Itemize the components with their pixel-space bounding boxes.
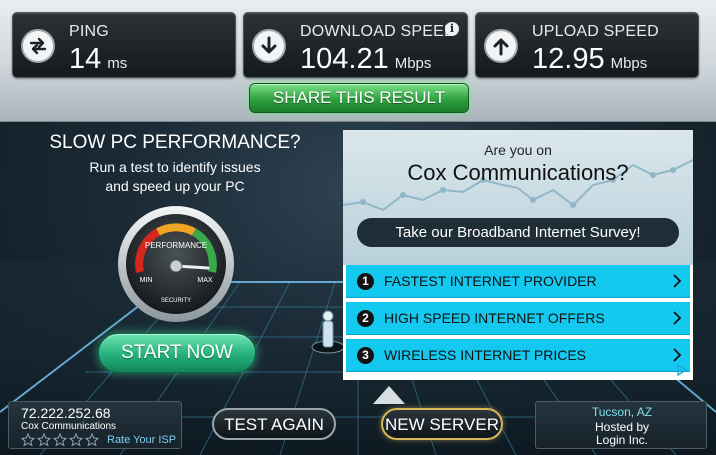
- ip-address: 72.222.252.68: [21, 405, 111, 421]
- gauge-min-text: MIN: [140, 277, 153, 284]
- hosted-by-label: Hosted by: [594, 420, 650, 434]
- test-again-button[interactable]: TEST AGAIN: [212, 408, 336, 440]
- promo-subtitle: Run a test to identify issues and speed …: [0, 158, 350, 196]
- upload-stat: UPLOAD SPEED 12.95 Mbps: [475, 12, 699, 78]
- host-name: Login Inc.: [595, 433, 649, 447]
- ad-item-wireless-prices[interactable]: 3 WIRELESS INTERNET PRICES: [346, 339, 690, 372]
- ad-question-line2: Cox Communications?: [407, 160, 629, 185]
- download-stat: DOWNLOAD SPEED i 104.21 Mbps: [243, 12, 468, 78]
- gauge-max-text: MAX: [197, 277, 213, 284]
- rating-stars[interactable]: [21, 433, 105, 447]
- gauge-security-text: SECURITY: [161, 298, 191, 304]
- promo-subtitle-line1: Run a test to identify issues: [89, 159, 261, 175]
- results-panel: PING 14 ms DOWNLOAD SPEED i 104.21 Mbps UP…: [0, 0, 716, 122]
- server-location: Tucson, AZ: [591, 405, 653, 419]
- gauge-performance-text: PERFORMANCE: [145, 241, 207, 250]
- ad-panel: Are you on Cox Communications? Take our …: [343, 130, 693, 380]
- chevron-right-icon: [673, 348, 682, 362]
- chevron-right-icon: [673, 274, 682, 288]
- isp-name: Cox Communications: [21, 421, 117, 432]
- download-unit: Mbps: [394, 55, 432, 72]
- upload-unit: Mbps: [610, 55, 648, 72]
- ad-item-number: 2: [357, 310, 374, 327]
- ad-item-label: HIGH SPEED INTERNET OFFERS: [384, 310, 605, 326]
- chevron-right-icon: [673, 311, 682, 325]
- share-result-button[interactable]: SHARE THIS RESULT: [249, 83, 469, 113]
- performance-gauge: PERFORMANCE MIN MAX SECURITY: [118, 206, 234, 322]
- promo-title: SLOW PC PERFORMANCE?: [49, 132, 301, 153]
- download-number: 104.21: [300, 43, 389, 75]
- ping-stat: PING 14 ms: [12, 12, 236, 78]
- ad-item-high-speed-offers[interactable]: 2 HIGH SPEED INTERNET OFFERS: [346, 302, 690, 335]
- ping-unit: ms: [107, 55, 128, 72]
- upload-arrow-icon: [484, 29, 518, 63]
- adchoices-icon[interactable]: [676, 364, 688, 376]
- download-arrow-icon: [252, 29, 286, 63]
- new-server-button[interactable]: NEW SERVER: [381, 408, 503, 440]
- ping-icon: [21, 29, 55, 63]
- new-server-pointer: [373, 386, 405, 404]
- host-info: Tucson, AZ Hosted by Login Inc.: [535, 401, 707, 449]
- ad-item-number: 1: [357, 273, 374, 290]
- pedestal-figure: [311, 310, 345, 354]
- promo-subtitle-line2: and speed up your PC: [105, 178, 245, 194]
- download-value: 104.21 Mbps: [300, 43, 431, 80]
- isp-info: 72.222.252.68 Cox Communications Rate Yo…: [8, 401, 182, 449]
- ping-value: 14 ms: [69, 43, 127, 80]
- ad-item-label: FASTEST INTERNET PROVIDER: [384, 273, 597, 289]
- upload-label: UPLOAD SPEED: [532, 23, 659, 40]
- info-icon[interactable]: i: [445, 22, 459, 36]
- ad-header: Are you on Cox Communications? Take our …: [343, 130, 693, 265]
- start-now-button[interactable]: START NOW: [98, 333, 256, 373]
- ad-item-fastest-provider[interactable]: 1 FASTEST INTERNET PROVIDER: [346, 265, 690, 298]
- survey-button[interactable]: Take our Broadband Internet Survey!: [357, 218, 679, 247]
- ad-item-number: 3: [357, 347, 374, 364]
- rate-isp-link[interactable]: Rate Your ISP: [107, 434, 176, 446]
- upload-value: 12.95 Mbps: [532, 43, 647, 80]
- main-stage: SLOW PC PERFORMANCE? Run a test to ident…: [0, 122, 716, 455]
- upload-number: 12.95: [532, 43, 605, 75]
- ad-item-label: WIRELESS INTERNET PRICES: [384, 347, 587, 363]
- ad-question-line1: Are you on: [484, 142, 552, 158]
- ping-number: 14: [69, 43, 102, 75]
- ping-label: PING: [69, 23, 109, 40]
- download-label: DOWNLOAD SPEED: [300, 23, 456, 40]
